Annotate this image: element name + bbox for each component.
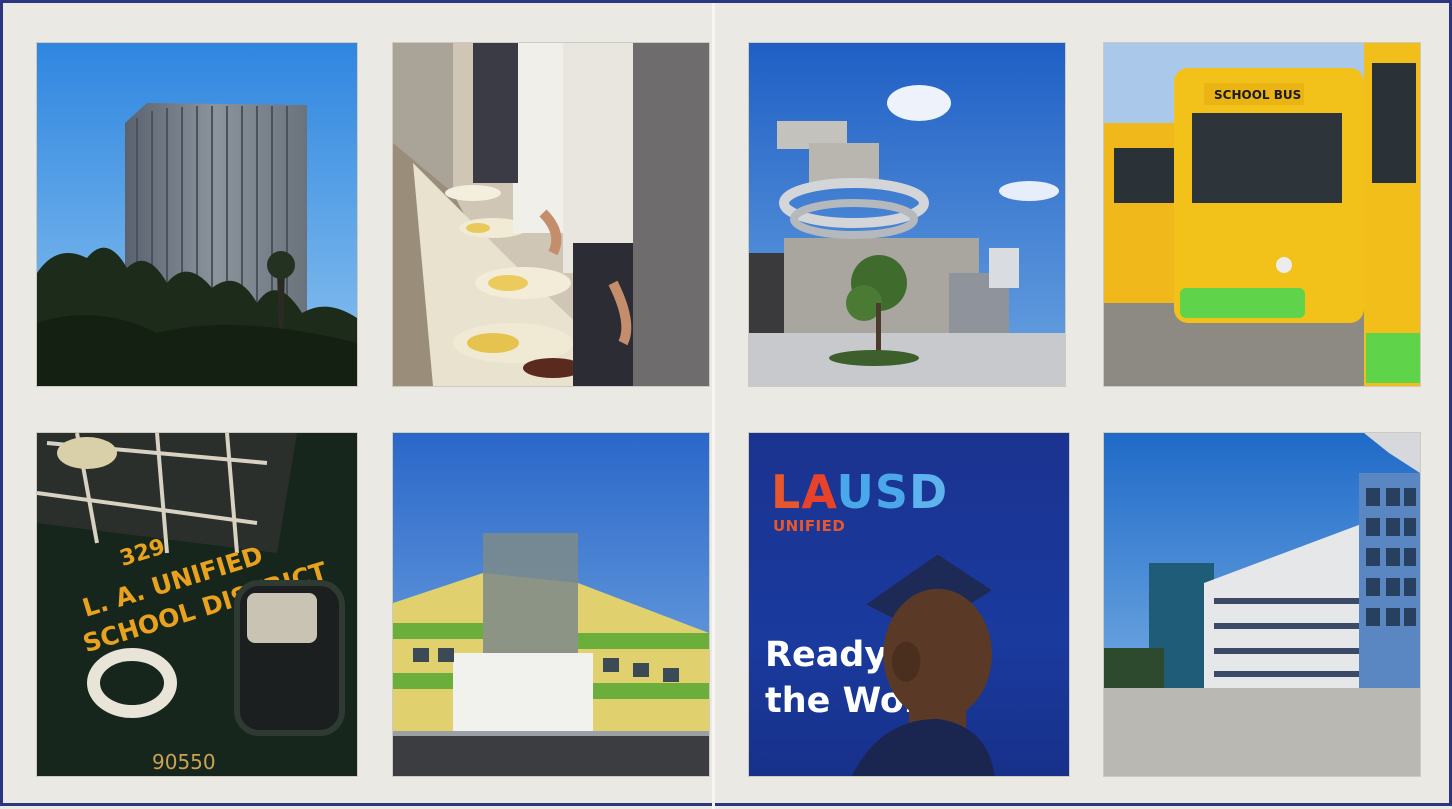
photo-modern-building xyxy=(749,43,1065,386)
lausd-banner: LAUSD UNIFIED Ready for the World xyxy=(749,433,1069,776)
photo-office-tower xyxy=(37,43,357,386)
photo-district-vehicle-door: 329 L. A. UNIFIED SCHOOL DISTRICT 90550 xyxy=(37,433,357,776)
bus-sign: SCHOOL BUS xyxy=(1214,88,1301,102)
photo-campus-building xyxy=(1104,433,1420,776)
photo-cafeteria-line xyxy=(393,43,709,386)
photo-school-building-green xyxy=(393,433,709,776)
graduate-child-image xyxy=(851,554,995,776)
center-divider xyxy=(712,3,715,809)
photo-school-buses: SCHOOL BUS xyxy=(1104,43,1420,386)
collage-frame: SCHOOL BUS 329 L. A. UNIFIED SCHOOL DIST… xyxy=(0,0,1452,809)
vehicle-plate-number: 90550 xyxy=(152,750,216,774)
